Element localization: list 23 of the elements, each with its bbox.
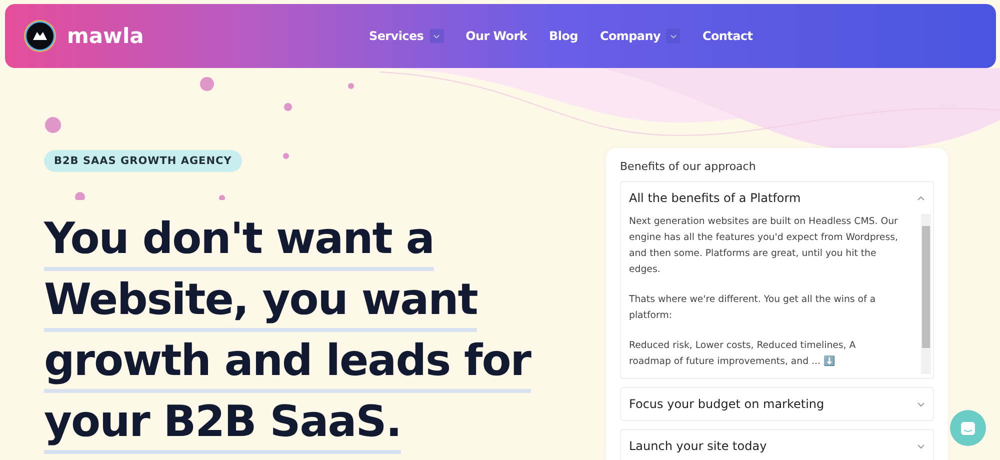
nav-link[interactable]: Services	[369, 29, 444, 43]
caret-icon	[430, 29, 444, 43]
brand-name: mawla	[67, 24, 144, 48]
nav-link[interactable]: Contact	[702, 29, 753, 43]
accordion-header[interactable]: Focus your budget on marketing	[621, 388, 933, 420]
accordion-header[interactable]: Launch your site today	[621, 430, 933, 460]
card-title: Benefits of our approach	[620, 160, 757, 173]
body-text: Reduced risk, Lower costs, Reduced timelines, A roadmap of future improvements, and ... ⬇	[629, 339, 857, 369]
chat-icon	[960, 420, 976, 436]
tagline-badge: B2B SAAS GROWTH AGENCY	[44, 150, 242, 172]
body-text: Next generation websites are built on Headless CMS. Our engine has all the features you'd expect from Wordpress, and then some. Platforms are great, until you hit the edges.	[629, 215, 899, 277]
nav-link[interactable]: Our Work	[466, 29, 528, 43]
logo-icon	[23, 19, 57, 53]
chat-button[interactable]	[950, 410, 986, 446]
caret-icon	[666, 29, 680, 43]
nav-link[interactable]: Company	[600, 29, 680, 43]
chevron-icon	[917, 444, 925, 448]
nav-link[interactable]: Blog	[549, 29, 578, 43]
chevron-icon	[917, 196, 925, 200]
body-text: Thats where we're different. You get all the wins of a platform:	[629, 293, 877, 323]
chevron-icon	[917, 402, 925, 406]
scrollbar[interactable]	[921, 214, 931, 374]
accordion-header[interactable]: All the benefits of a Platform	[621, 182, 933, 214]
